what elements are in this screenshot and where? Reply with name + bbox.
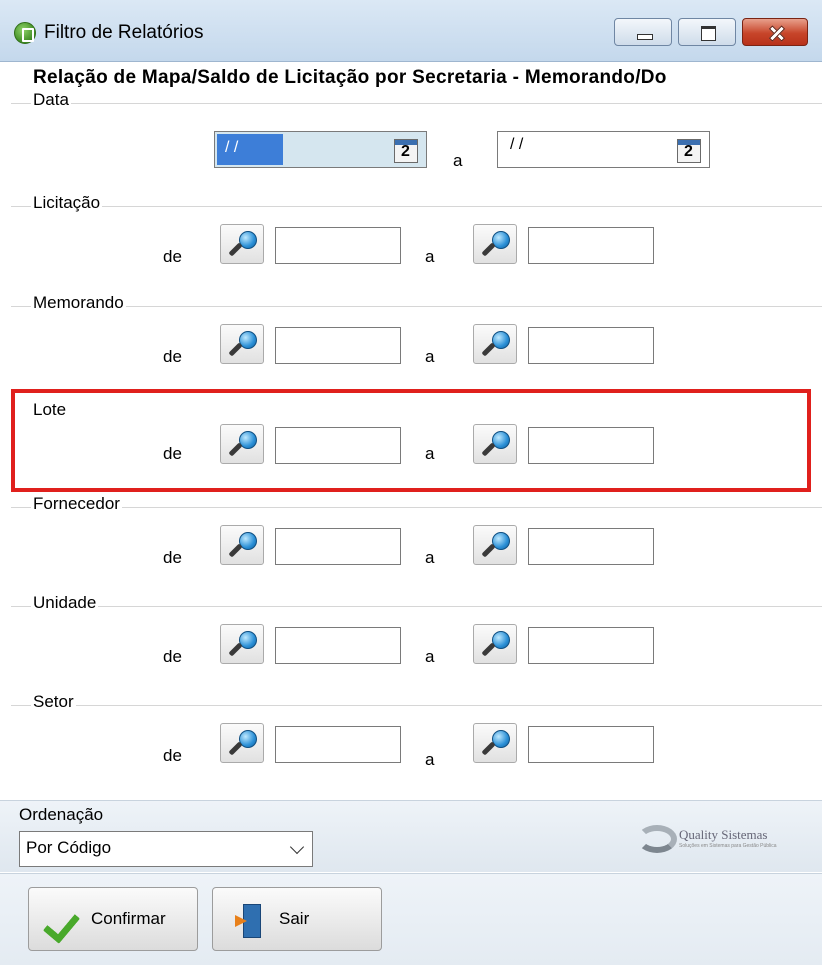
search-from-button[interactable] [220,324,264,364]
from-label: de [163,347,182,366]
search-from-button[interactable] [220,723,264,763]
to-input[interactable] [528,528,654,565]
button-bar: Confirmar Sair [0,873,822,965]
exit-door-icon [235,904,265,938]
from-label: de [163,647,182,666]
ordering-label: Ordenação [19,805,104,824]
search-to-button[interactable] [473,424,517,464]
from-input[interactable] [275,726,401,763]
from-label: de [163,444,182,463]
from-input[interactable] [275,227,401,264]
search-from-button[interactable] [220,525,264,565]
report-heading: Relação de Mapa/Saldo de Licitação por S… [33,67,667,88]
setor-group: Setor de a [11,692,822,790]
close-button[interactable] [742,18,808,46]
search-from-button[interactable] [220,624,264,664]
company-logo: Quality Sistemas Soluções em Sistemas pa… [637,821,797,857]
to-label: a [425,347,435,366]
logo-mark-icon [637,825,677,853]
group-label: Licitação [31,193,103,213]
confirm-label: Confirmar [91,909,166,928]
exit-label: Sair [279,909,310,928]
date-to-label: a [453,151,463,170]
date-group-label: Data [31,90,71,110]
to-label: a [425,750,435,769]
report-icon [14,22,36,44]
to-input[interactable] [528,427,654,464]
lote-group: Lote de a [11,400,822,494]
search-from-button[interactable] [220,424,264,464]
search-to-button[interactable] [473,525,517,565]
calendar-icon[interactable]: 2 [677,139,701,163]
logo-name: Quality Sistemas [679,827,768,842]
date-to-field[interactable]: / / 2 [497,131,710,168]
group-label: Setor [31,692,76,712]
from-label: de [163,548,182,567]
to-input[interactable] [528,327,654,364]
from-input[interactable] [275,427,401,464]
to-input[interactable] [528,227,654,264]
group-label: Lote [31,400,69,420]
to-label: a [425,647,435,666]
fornecedor-group: Fornecedor de a [11,494,822,592]
licitacao-group: Licitação de a [11,193,822,291]
minimize-button[interactable] [614,18,672,46]
from-label: de [163,746,182,765]
from-input[interactable] [275,528,401,565]
search-to-button[interactable] [473,624,517,664]
group-label: Fornecedor [31,494,122,514]
unidade-group: Unidade de a [11,593,822,691]
date-from-value: / / [217,134,283,165]
group-label: Memorando [31,293,126,313]
window-titlebar[interactable]: Filtro de Relatórios [0,0,822,62]
from-label: de [163,247,182,266]
memorando-group: Memorando de a [11,293,822,391]
date-from-field[interactable]: / / 2 [214,131,427,168]
date-group: Data / / 2 a / / 2 [11,90,822,188]
checkmark-icon [47,906,81,932]
confirm-button[interactable]: Confirmar [28,887,198,951]
from-input[interactable] [275,627,401,664]
search-to-button[interactable] [473,224,517,264]
search-to-button[interactable] [473,324,517,364]
ordering-selected-value: Por Código [26,838,112,857]
ordering-panel: Ordenação Por Código Quality Sistemas So… [0,800,822,872]
search-to-button[interactable] [473,723,517,763]
to-input[interactable] [528,627,654,664]
calendar-icon[interactable]: 2 [394,139,418,163]
to-input[interactable] [528,726,654,763]
to-label: a [425,247,435,266]
group-label: Unidade [31,593,99,613]
maximize-button[interactable] [678,18,736,46]
to-label: a [425,444,435,463]
search-from-button[interactable] [220,224,264,264]
exit-button[interactable]: Sair [212,887,382,951]
to-label: a [425,548,435,567]
logo-tagline: Soluções em Sistemas para Gestão Pública [679,843,777,849]
window-title: Filtro de Relatórios [44,22,204,43]
date-to-value: / / [510,136,524,153]
from-input[interactable] [275,327,401,364]
ordering-select[interactable]: Por Código [19,831,313,867]
chevron-down-icon [289,839,305,855]
